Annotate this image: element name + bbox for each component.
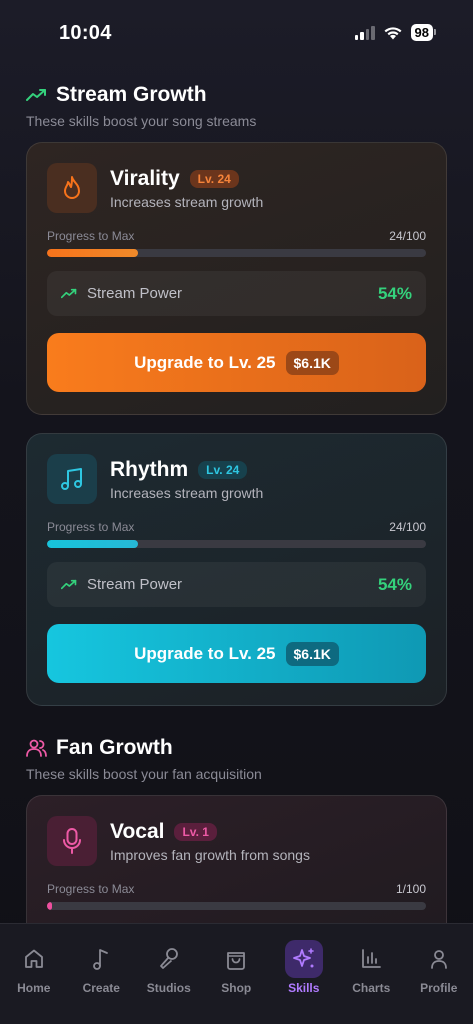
progress-label: Progress to Max	[47, 520, 135, 534]
upgrade-label: Upgrade to Lv. 25	[134, 352, 276, 372]
power-label: Stream Power	[87, 576, 183, 593]
progress-value: 24/100	[389, 229, 426, 243]
tab-label: Profile	[420, 981, 458, 995]
tab-label: Home	[17, 981, 51, 995]
microphone-icon	[63, 828, 81, 854]
skill-description: Increases stream growth	[110, 194, 264, 210]
progress-fill	[47, 540, 138, 548]
skill-card-virality: Virality Lv. 24 Increases stream growth …	[26, 142, 447, 415]
progress-bar	[47, 540, 426, 548]
progress-label: Progress to Max	[47, 229, 135, 243]
progress-fill	[47, 249, 138, 257]
sparkles-icon	[292, 948, 314, 968]
status-bar: 10:04 98	[0, 0, 473, 60]
tab-skills[interactable]: Skills	[270, 924, 338, 1024]
stream-power-box: Stream Power 54%	[47, 562, 426, 607]
section-title: Fan Growth	[56, 736, 173, 759]
trending-up-icon	[61, 288, 77, 299]
section-stream-growth-header: Stream Growth	[26, 80, 447, 110]
shopping-bag-icon	[227, 952, 246, 970]
power-label: Stream Power	[87, 285, 183, 302]
battery-indicator: 98	[410, 24, 437, 41]
skill-icon-box	[47, 163, 97, 213]
level-badge: Lv. 24	[198, 461, 248, 479]
tab-home[interactable]: Home	[0, 924, 68, 1024]
section-subtitle: These skills boost your fan acquisition	[26, 766, 262, 782]
progress-label: Progress to Max	[47, 882, 135, 896]
section-fan-growth-header: Fan Growth	[26, 733, 447, 763]
tab-create[interactable]: Create	[68, 924, 136, 1024]
price-badge: $6.1K	[285, 641, 339, 666]
trending-up-icon	[61, 579, 77, 590]
upgrade-button[interactable]: Upgrade to Lv. 25 $6.1K	[47, 333, 426, 392]
upgrade-label: Upgrade to Lv. 25	[134, 643, 276, 663]
power-value: 54%	[377, 574, 412, 594]
progress-value: 1/100	[395, 882, 426, 896]
skill-name: Vocal	[110, 820, 165, 843]
progress-bar	[47, 249, 426, 257]
status-time: 10:04	[59, 22, 112, 44]
tab-label: Create	[82, 981, 120, 995]
skill-icon-box	[47, 454, 97, 504]
skill-icon-box	[47, 816, 97, 866]
power-value: 54%	[377, 283, 412, 303]
signal-icon	[354, 25, 375, 40]
upgrade-button[interactable]: Upgrade to Lv. 25 $6.1K	[47, 624, 426, 683]
tab-label: Charts	[352, 981, 391, 995]
skill-card-rhythm: Rhythm Lv. 24 Increases stream growth Pr…	[26, 433, 447, 706]
tab-label: Skills	[288, 981, 320, 995]
skill-name: Rhythm	[110, 458, 189, 481]
skill-description: Improves fan growth from songs	[110, 847, 310, 863]
microphone-icon	[159, 948, 178, 969]
stream-power-box: Stream Power 54%	[47, 271, 426, 316]
level-badge: Lv. 24	[189, 170, 239, 188]
skill-name: Virality	[110, 167, 180, 190]
users-icon	[26, 739, 47, 757]
progress-fill	[47, 902, 52, 910]
progress-bar	[47, 902, 426, 910]
section-subtitle: These skills boost your song streams	[26, 113, 257, 129]
home-icon	[24, 949, 43, 968]
trending-up-icon	[26, 89, 46, 101]
tab-label: Studios	[146, 981, 191, 995]
music-note-icon	[61, 468, 82, 490]
tab-shop[interactable]: Shop	[203, 924, 271, 1024]
skill-description: Increases stream growth	[110, 485, 264, 501]
flame-icon	[64, 176, 80, 199]
bar-chart-icon	[362, 949, 382, 968]
section-title: Stream Growth	[56, 83, 207, 106]
tab-profile[interactable]: Profile	[405, 924, 473, 1024]
user-icon	[430, 950, 447, 969]
skills-content: Stream Growth These skills boost your so…	[26, 80, 447, 995]
tab-studios[interactable]: Studios	[135, 924, 203, 1024]
status-icons: 98	[354, 24, 437, 41]
level-badge: Lv. 1	[174, 823, 217, 841]
tab-label: Shop	[221, 981, 252, 995]
bottom-tab-bar: Home Create Studios Shop Skills Charts P…	[0, 923, 473, 1024]
tab-charts[interactable]: Charts	[338, 924, 406, 1024]
price-badge: $6.1K	[285, 350, 339, 375]
progress-value: 24/100	[389, 520, 426, 534]
wifi-icon	[384, 27, 402, 40]
music-note-icon	[93, 949, 109, 970]
